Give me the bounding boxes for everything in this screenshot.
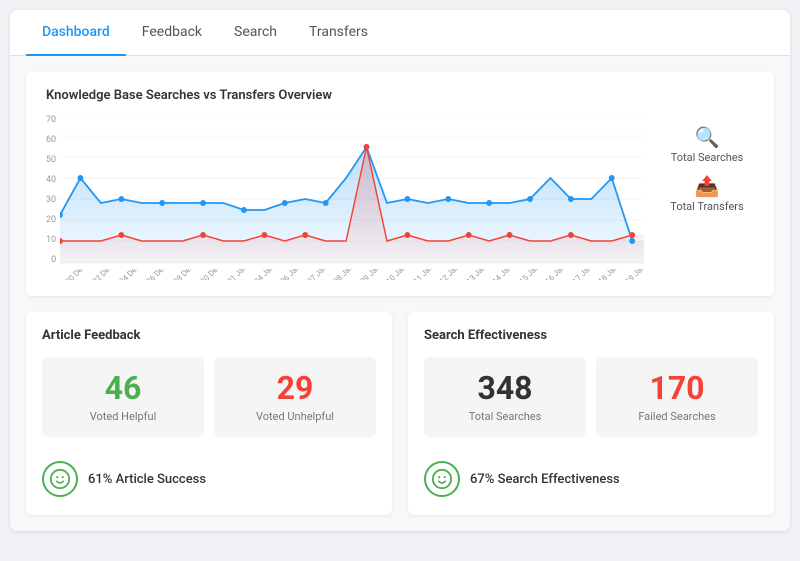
voted-helpful-box: 46 Voted Helpful — [42, 357, 204, 437]
total-searches-label: Total Searches — [434, 410, 576, 423]
search-icon: 🔍 — [695, 125, 720, 149]
app-container: Dashboard Feedback Search Transfers Know… — [10, 10, 790, 531]
failed-searches-box: 170 Failed Searches — [596, 357, 758, 437]
tab-transfers[interactable]: Transfers — [293, 10, 384, 56]
smiley-svg — [49, 468, 71, 490]
bottom-row: Article Feedback 46 Voted Helpful 29 Vot… — [26, 312, 774, 515]
y-axis: 70 60 50 40 30 20 10 0 — [46, 115, 60, 265]
article-success-text: 61% Article Success — [88, 472, 206, 487]
article-stat-boxes: 46 Voted Helpful 29 Voted Unhelpful — [42, 357, 376, 437]
article-feedback-title: Article Feedback — [42, 328, 376, 343]
search-effectiveness-title: Search Effectiveness — [424, 328, 758, 343]
chart-area: 70 60 50 40 30 20 10 0 — [46, 115, 754, 280]
article-feedback-card: Article Feedback 46 Voted Helpful 29 Vot… — [26, 312, 392, 515]
tab-search[interactable]: Search — [218, 10, 293, 56]
search-stat-boxes: 348 Total Searches 170 Failed Searches — [424, 357, 758, 437]
transfers-icon: 📤 — [695, 174, 720, 198]
x-labels: 20 Dec 22 Dec 24 Dec 26 Dec 28 Dec 30 De… — [60, 269, 644, 280]
voted-unhelpful-number: 29 — [224, 371, 366, 406]
total-searches-number: 348 — [434, 371, 576, 406]
search-smiley-icon — [424, 461, 460, 497]
legend-searches-label: Total Searches — [671, 151, 744, 164]
search-effectiveness-text: 67% Search Effectiveness — [470, 472, 620, 487]
tab-feedback[interactable]: Feedback — [126, 10, 218, 56]
voted-helpful-label: Voted Helpful — [52, 410, 194, 423]
legend-transfers-label: Total Transfers — [670, 200, 743, 213]
chart-card: Knowledge Base Searches vs Transfers Ove… — [26, 72, 774, 296]
line-chart-svg — [60, 115, 644, 265]
search-effectiveness-row: 67% Search Effectiveness — [424, 451, 758, 499]
failed-searches-number: 170 — [606, 371, 748, 406]
chart-legend: 🔍 Total Searches 📤 Total Transfers — [644, 115, 754, 213]
voted-unhelpful-label: Voted Unhelpful — [224, 410, 366, 423]
tab-dashboard[interactable]: Dashboard — [26, 10, 126, 56]
total-searches-box: 348 Total Searches — [424, 357, 586, 437]
article-smiley-icon — [42, 461, 78, 497]
failed-searches-label: Failed Searches — [606, 410, 748, 423]
legend-total-transfers: 📤 Total Transfers — [660, 174, 754, 213]
chart-title: Knowledge Base Searches vs Transfers Ove… — [46, 88, 754, 103]
voted-unhelpful-box: 29 Voted Unhelpful — [214, 357, 376, 437]
search-effectiveness-card: Search Effectiveness 348 Total Searches … — [408, 312, 774, 515]
search-smiley-svg — [431, 468, 453, 490]
tab-bar: Dashboard Feedback Search Transfers — [10, 10, 790, 56]
main-content: Knowledge Base Searches vs Transfers Ove… — [10, 56, 790, 531]
legend-total-searches: 🔍 Total Searches — [660, 125, 754, 164]
article-success-row: 61% Article Success — [42, 451, 376, 499]
voted-helpful-number: 46 — [52, 371, 194, 406]
chart-wrapper: 20 Dec 22 Dec 24 Dec 26 Dec 28 Dec 30 De… — [60, 115, 644, 280]
